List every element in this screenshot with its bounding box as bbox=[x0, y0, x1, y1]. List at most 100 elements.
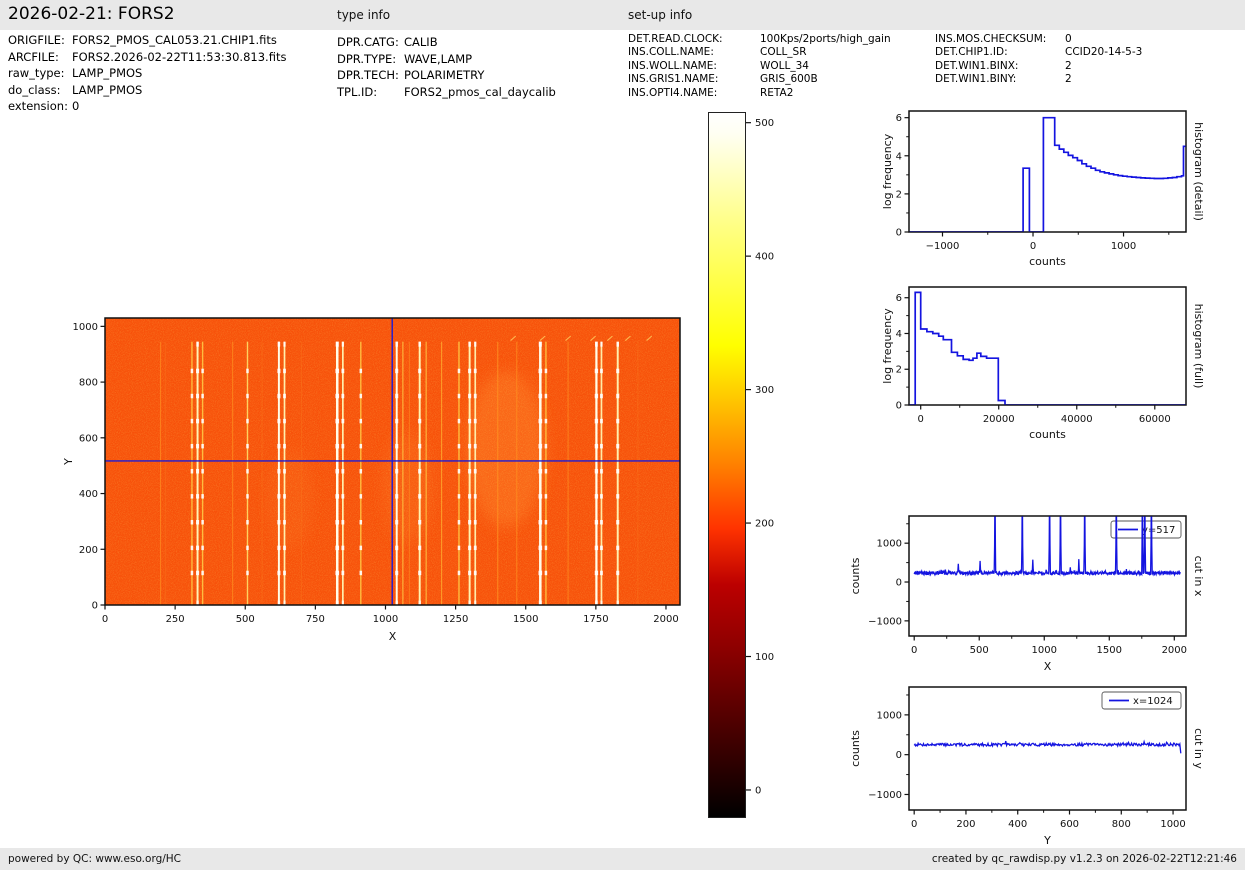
svg-text:cut in y: cut in y bbox=[1192, 728, 1205, 769]
svg-text:x=1024: x=1024 bbox=[1133, 696, 1173, 707]
svg-text:250: 250 bbox=[166, 614, 185, 625]
info-row: DPR.TYPE: WAVE,LAMP bbox=[337, 51, 556, 68]
info-label: INS.MOS.CHECKSUM: bbox=[935, 33, 1047, 45]
svg-text:500: 500 bbox=[970, 645, 989, 656]
footer-bar: powered by QC: www.eso.org/HC created by… bbox=[0, 848, 1245, 870]
info-value: FORS2_pmos_cal_daycalib bbox=[404, 84, 556, 99]
info-label: DPR.CATG: bbox=[337, 35, 399, 49]
info-row: TPL.ID: FORS2_pmos_cal_daycalib bbox=[337, 84, 556, 101]
info-label: TPL.ID: bbox=[337, 84, 378, 99]
svg-text:0: 0 bbox=[896, 578, 902, 589]
info-value: FORS2_PMOS_CAL053.21.CHIP1.fits bbox=[72, 33, 277, 47]
svg-text:0: 0 bbox=[102, 614, 108, 625]
svg-text:800: 800 bbox=[1112, 819, 1131, 830]
colorbar-gradient bbox=[708, 112, 746, 818]
info-row: INS.GRIS1.NAME: GRIS_600B bbox=[628, 73, 891, 86]
svg-text:300: 300 bbox=[755, 385, 774, 396]
svg-text:400: 400 bbox=[1008, 819, 1027, 830]
svg-text:−1000: −1000 bbox=[868, 790, 902, 801]
info-label: INS.COLL.NAME: bbox=[628, 46, 714, 59]
svg-text:0: 0 bbox=[896, 401, 902, 412]
svg-text:cut in x: cut in x bbox=[1192, 556, 1205, 597]
info-row: INS.OPTI4.NAME: RETA2 bbox=[628, 87, 891, 100]
chart-hist-detail: −1000 0 1000 0 2 4 6 counts log frequency histogr… bbox=[881, 110, 1205, 268]
svg-text:0: 0 bbox=[896, 750, 902, 761]
svg-text:counts: counts bbox=[849, 557, 862, 594]
svg-text:100: 100 bbox=[755, 652, 774, 663]
info-row: INS.MOS.CHECKSUM: 0 bbox=[935, 33, 1142, 46]
svg-text:2000: 2000 bbox=[653, 614, 678, 625]
svg-text:1250: 1250 bbox=[443, 614, 468, 625]
svg-text:500: 500 bbox=[236, 614, 255, 625]
svg-text:Y: Y bbox=[1043, 834, 1051, 847]
svg-text:0: 0 bbox=[918, 414, 924, 425]
info-label: do_class: bbox=[8, 82, 61, 97]
info-value: WOLL_34 bbox=[760, 59, 809, 72]
svg-text:X: X bbox=[1044, 660, 1052, 673]
svg-text:1000: 1000 bbox=[877, 710, 902, 721]
svg-text:2: 2 bbox=[896, 365, 902, 376]
svg-text:4: 4 bbox=[896, 151, 902, 162]
info-value: RETA2 bbox=[760, 86, 794, 99]
info-value: LAMP_PMOS bbox=[72, 82, 143, 97]
type-info-heading: type info bbox=[337, 8, 391, 22]
info-value: 0 bbox=[1065, 33, 1072, 45]
info-row: do_class: LAMP_PMOS bbox=[8, 82, 286, 99]
svg-text:200: 200 bbox=[79, 545, 98, 556]
info-label: DPR.TECH: bbox=[337, 68, 399, 82]
svg-text:counts: counts bbox=[1029, 255, 1066, 268]
svg-text:histogram (detail): histogram (detail) bbox=[1192, 122, 1205, 221]
svg-text:0: 0 bbox=[92, 601, 98, 612]
svg-text:2: 2 bbox=[896, 189, 902, 200]
svg-text:−1000: −1000 bbox=[926, 241, 960, 252]
svg-text:0: 0 bbox=[1030, 241, 1036, 252]
info-label: DET.WIN1.BINX: bbox=[935, 59, 1019, 72]
svg-text:60000: 60000 bbox=[1139, 414, 1171, 425]
info-value: CCID20-14-5-3 bbox=[1065, 46, 1143, 59]
svg-text:6: 6 bbox=[896, 293, 902, 304]
info-label: INS.GRIS1.NAME: bbox=[628, 73, 719, 86]
svg-text:y=517: y=517 bbox=[1142, 525, 1175, 536]
raw-image-display bbox=[105, 318, 680, 605]
setup-info-heading: set-up info bbox=[628, 8, 693, 22]
svg-text:500: 500 bbox=[755, 118, 774, 129]
chart-cut-y: 0 200 400 600 800 1000 −1000 0 1000 Ycounts cut in… bbox=[849, 686, 1205, 847]
svg-text:Y: Y bbox=[62, 458, 75, 466]
svg-text:counts: counts bbox=[849, 730, 862, 767]
info-value: POLARIMETRY bbox=[404, 68, 485, 82]
info-value: 2 bbox=[1065, 59, 1072, 72]
svg-text:1750: 1750 bbox=[583, 614, 608, 625]
svg-text:log frequency: log frequency bbox=[881, 133, 894, 209]
svg-text:20000: 20000 bbox=[983, 414, 1015, 425]
svg-text:1000: 1000 bbox=[1160, 819, 1185, 830]
legend-cut-y: x=1024 bbox=[1101, 691, 1182, 710]
footer-powered-by: powered by QC: www.eso.org/HC bbox=[8, 853, 182, 865]
file-info-section: ORIGFILE: FORS2_PMOS_CAL053.21.CHIP1.fits… bbox=[8, 32, 286, 115]
svg-text:0: 0 bbox=[896, 228, 902, 239]
svg-text:1000: 1000 bbox=[877, 539, 902, 550]
info-row: ARCFILE: FORS2.2026-02-22T11:53:30.813.fi… bbox=[8, 49, 286, 66]
svg-text:750: 750 bbox=[306, 614, 325, 625]
info-row: DPR.TECH: POLARIMETRY bbox=[337, 67, 556, 84]
info-value: 2 bbox=[1065, 73, 1072, 86]
info-value: 100Kps/2ports/high_gain bbox=[760, 33, 891, 45]
svg-text:counts: counts bbox=[1029, 428, 1066, 441]
info-label: DET.WIN1.BINY: bbox=[935, 73, 1017, 86]
svg-text:1000: 1000 bbox=[1032, 645, 1057, 656]
info-row: DET.WIN1.BINX: 2 bbox=[935, 60, 1142, 73]
info-value: CALIB bbox=[404, 35, 438, 49]
svg-text:600: 600 bbox=[79, 433, 98, 444]
info-value: LAMP_PMOS bbox=[72, 66, 143, 80]
info-row: DET.CHIP1.ID: CCID20-14-5-3 bbox=[935, 46, 1142, 59]
info-label: INS.OPTI4.NAME: bbox=[628, 86, 718, 99]
svg-text:40000: 40000 bbox=[1061, 414, 1093, 425]
page-title: 2026-02-21: FORS2 bbox=[8, 4, 175, 24]
svg-text:1000: 1000 bbox=[373, 614, 398, 625]
svg-text:2000: 2000 bbox=[1162, 645, 1187, 656]
svg-text:400: 400 bbox=[755, 252, 774, 263]
svg-text:200: 200 bbox=[755, 519, 774, 530]
legend-cut-x: y=517 bbox=[1110, 520, 1182, 539]
info-row: DPR.CATG: CALIB bbox=[337, 34, 556, 51]
info-value: COLL_SR bbox=[760, 46, 807, 59]
info-value: GRIS_600B bbox=[760, 73, 818, 86]
